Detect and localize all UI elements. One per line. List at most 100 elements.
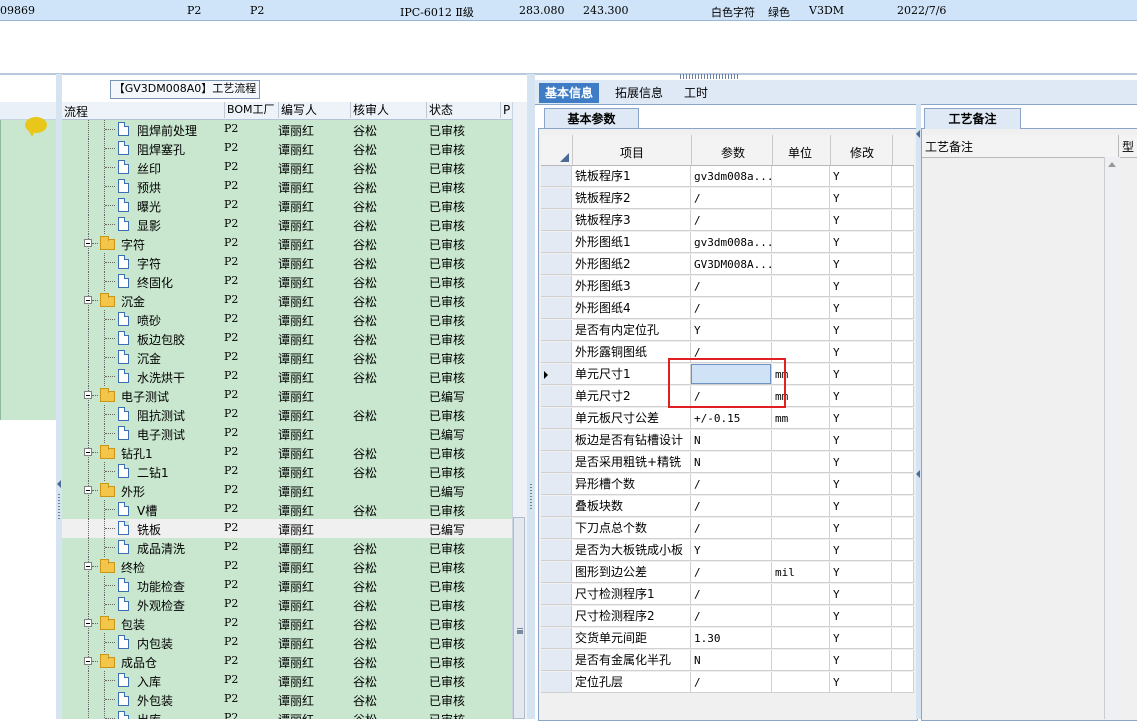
row-selector[interactable] (541, 584, 572, 605)
tree-node-label[interactable]: 包装 (121, 616, 145, 633)
tree-row[interactable]: 字符 P2 谭丽红 谷松 已审核 (62, 234, 512, 253)
tree-node-label[interactable]: 外观检查 (137, 597, 185, 614)
header-bom[interactable]: BOM工厂 (224, 102, 275, 118)
header-edit[interactable]: 修改 (850, 144, 874, 161)
row-selector[interactable] (541, 188, 572, 209)
row-selector[interactable] (541, 562, 572, 583)
param-row[interactable]: 尺寸检测程序1/ Y (541, 584, 914, 606)
param-cell-edit[interactable]: Y (830, 298, 892, 319)
tree-row[interactable]: 外观检查 P2 谭丽红 谷松 已审核 (62, 595, 512, 614)
tree-row[interactable]: 终检 P2 谭丽红 谷松 已审核 (62, 557, 512, 576)
tree-node-label[interactable]: 沉金 (137, 350, 161, 367)
param-cell-param[interactable]: Y (691, 320, 772, 341)
tree-node-label[interactable]: 板边包胶 (137, 331, 185, 348)
tree-row[interactable]: 二钻1 P2 谭丽红 谷松 已审核 (62, 462, 512, 481)
tree-row[interactable]: 显影 P2 谭丽红 谷松 已审核 (62, 215, 512, 234)
param-cell-edit[interactable]: Y (830, 452, 892, 473)
param-row[interactable]: 外形图纸3/ Y (541, 276, 914, 298)
tree-node-label[interactable]: 入库 (137, 673, 161, 690)
tree-row[interactable]: 沉金 P2 谭丽红 谷松 已审核 (62, 348, 512, 367)
tree-row[interactable]: 水洗烘干 P2 谭丽红 谷松 已审核 (62, 367, 512, 386)
tree-row[interactable]: 板边包胶 P2 谭丽红 谷松 已审核 (62, 329, 512, 348)
tab-work-hours[interactable]: 工时 (678, 83, 714, 103)
tree-node-label[interactable]: 铣板 (137, 521, 161, 538)
tree-node-label[interactable]: 成品清洗 (137, 540, 185, 557)
chat-bubble-icon[interactable] (25, 117, 47, 137)
param-cell-param[interactable]: / (691, 562, 772, 583)
param-cell-edit[interactable]: Y (830, 584, 892, 605)
row-selector[interactable] (541, 474, 572, 495)
tree-node-label[interactable]: 终固化 (137, 274, 173, 291)
tree-row[interactable]: 铣板 P2 谭丽红 已编写 (62, 519, 512, 538)
collapse-toggle-icon[interactable] (84, 657, 92, 665)
param-cell-edit[interactable]: Y (830, 188, 892, 209)
tree-row[interactable]: 功能检查 P2 谭丽红 谷松 已审核 (62, 576, 512, 595)
row-selector[interactable] (541, 276, 572, 297)
param-row[interactable]: 是否有金属化半孔 N Y (541, 650, 914, 672)
row-selector[interactable] (541, 650, 572, 671)
header-writer[interactable]: 编写人 (278, 102, 317, 118)
tree-node-label[interactable]: 曝光 (137, 198, 161, 215)
collapse-arrow-icon[interactable] (57, 480, 61, 488)
tree-row[interactable]: 钻孔1 P2 谭丽红 谷松 已审核 (62, 443, 512, 462)
header-extra[interactable]: P (500, 102, 510, 118)
row-selector[interactable] (541, 320, 572, 341)
collapse-toggle-icon[interactable] (84, 486, 92, 494)
param-cell-edit[interactable]: Y (830, 408, 892, 429)
param-row[interactable]: 图形到边公差 / mil Y (541, 562, 914, 584)
param-row[interactable]: 铣板程序3/ Y (541, 210, 914, 232)
tree-node-label[interactable]: 阻抗测试 (137, 407, 185, 424)
tree-node-label[interactable]: 字符 (137, 255, 161, 272)
param-cell-edit[interactable]: Y (830, 474, 892, 495)
param-cell-edit[interactable]: Y (830, 320, 892, 341)
tree-node-label[interactable]: 电子测试 (137, 426, 185, 443)
notes-header-label[interactable]: 工艺备注 (925, 138, 973, 155)
tree-node-label[interactable]: 出库 (137, 711, 161, 719)
tree-row[interactable]: 出库 P2 谭丽红 谷松 已审核 (62, 709, 512, 719)
collapse-arrow-icon[interactable] (916, 470, 920, 478)
tree-row[interactable]: V槽 P2 谭丽红 谷松 已审核 (62, 500, 512, 519)
param-cell-param[interactable]: / (691, 496, 772, 517)
header-unit[interactable]: 单位 (788, 144, 812, 161)
param-row[interactable]: 尺寸检测程序2/ Y (541, 606, 914, 628)
param-cell-param[interactable]: 1.30 (691, 628, 772, 649)
param-cell-param[interactable]: +/-0.15 (691, 408, 772, 429)
header-status[interactable]: 状态 (426, 102, 453, 118)
header-param[interactable]: 参数 (721, 144, 745, 161)
param-cell-edit[interactable]: Y (830, 540, 892, 561)
param-row[interactable]: 铣板程序2/ Y (541, 188, 914, 210)
splitter-middle[interactable] (527, 74, 535, 719)
param-cell-edit[interactable]: Y (830, 210, 892, 231)
tree-row[interactable]: 阻焊前处理 P2 谭丽红 谷松 已审核 (62, 120, 512, 139)
param-row[interactable]: 是否有内定位孔 Y Y (541, 320, 914, 342)
param-cell-param[interactable]: / (691, 276, 772, 297)
param-cell-param[interactable]: N (691, 430, 772, 451)
row-selector[interactable] (541, 452, 572, 473)
collapse-toggle-icon[interactable] (84, 239, 92, 247)
param-cell-param[interactable]: / (691, 584, 772, 605)
tree-row[interactable]: 内包装 P2 谭丽红 谷松 已审核 (62, 633, 512, 652)
collapse-arrow-icon[interactable] (916, 130, 920, 138)
tree-row[interactable]: 阻抗测试 P2 谭丽红 谷松 已审核 (62, 405, 512, 424)
param-cell-edit[interactable]: Y (830, 430, 892, 451)
tree-row[interactable]: 外形 P2 谭丽红 已编写 (62, 481, 512, 500)
param-row[interactable]: 外形图纸4/ Y (541, 298, 914, 320)
param-row[interactable]: 交货单元间距 1.30 Y (541, 628, 914, 650)
tree-node-label[interactable]: 阻焊塞孔 (137, 141, 185, 158)
row-selector[interactable] (541, 672, 572, 693)
param-cell-param[interactable]: gv3dm008a... (691, 232, 772, 253)
header-flow[interactable]: 流程 (64, 103, 88, 120)
row-selector[interactable] (541, 166, 572, 187)
tree-row[interactable]: 阻焊塞孔 P2 谭丽红 谷松 已审核 (62, 139, 512, 158)
param-row[interactable]: 铣板程序1 gv3dm008a... Y (541, 166, 914, 188)
tree-row[interactable]: 预烘 P2 谭丽红 谷松 已审核 (62, 177, 512, 196)
param-cell-param[interactable]: / (691, 672, 772, 693)
tree-node-label[interactable]: 喷砂 (137, 312, 161, 329)
row-selector[interactable] (541, 540, 572, 561)
tree-node-label[interactable]: 水洗烘干 (137, 369, 185, 386)
collapse-toggle-icon[interactable] (84, 619, 92, 627)
collapse-toggle-icon[interactable] (84, 448, 92, 456)
tree-node-label[interactable]: 钻孔1 (121, 445, 153, 462)
tree-row[interactable]: 喷砂 P2 谭丽红 谷松 已审核 (62, 310, 512, 329)
param-cell-edit[interactable]: Y (830, 364, 892, 385)
